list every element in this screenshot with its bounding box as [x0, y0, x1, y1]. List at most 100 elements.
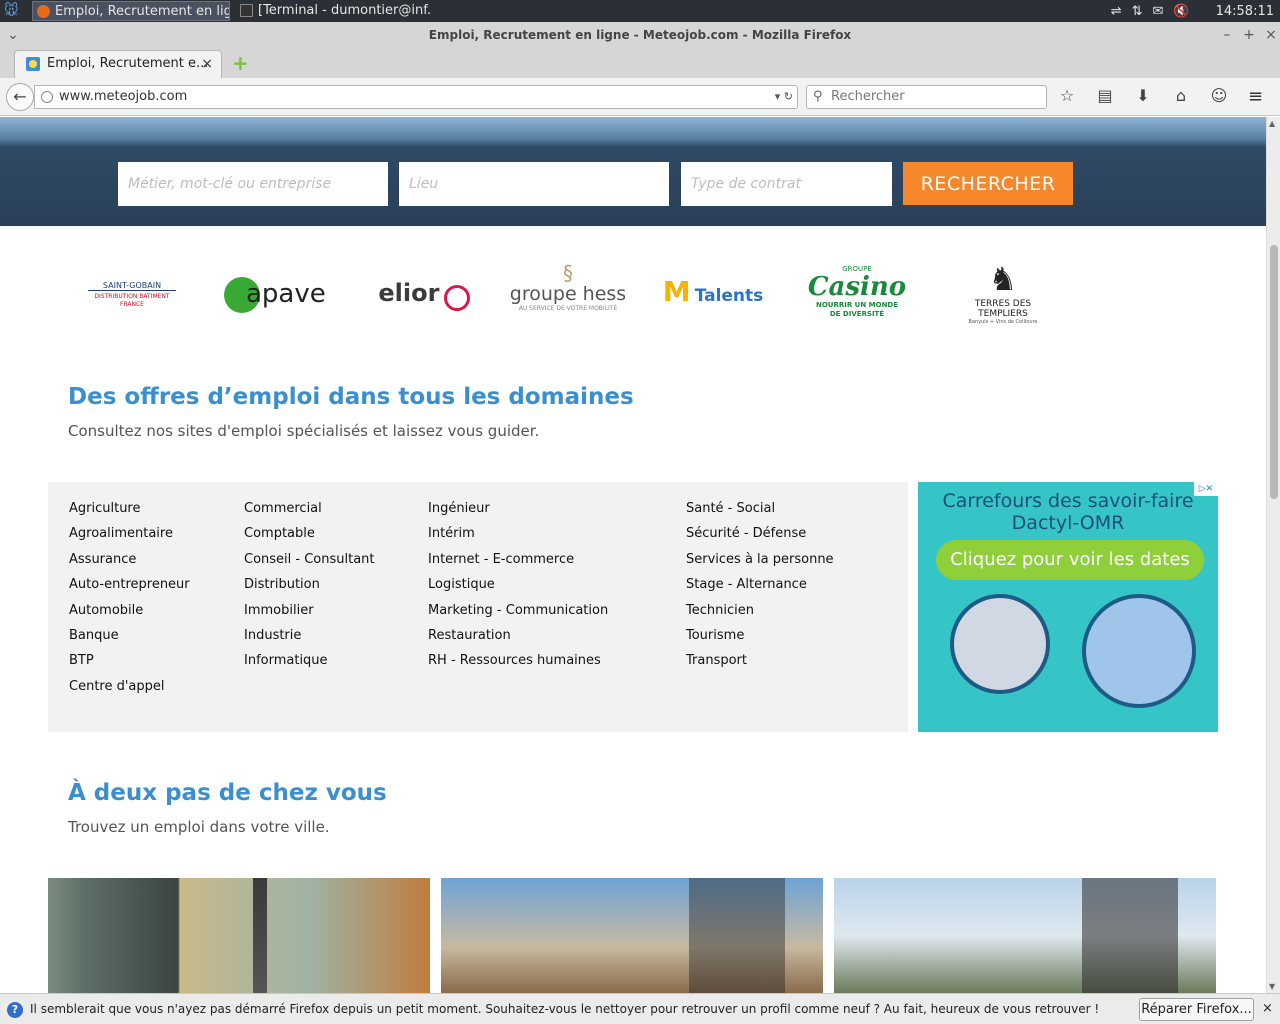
category-link[interactable]: Comptable	[244, 526, 375, 551]
logo-terres-des-templiers[interactable]: ♞ TERRES DES TEMPLIERS Banyuls + Vins de…	[950, 259, 1056, 325]
tab-close-icon[interactable]: ×	[201, 51, 213, 77]
search-icon: ⚲	[813, 89, 823, 104]
ad-photo-circle-boat	[950, 594, 1050, 694]
chat-icon[interactable]: ☺	[1208, 86, 1230, 105]
downloads-icon[interactable]: ⬇	[1132, 86, 1154, 105]
category-link[interactable]: Distribution	[244, 577, 375, 602]
category-link[interactable]: Immobilier	[244, 603, 375, 628]
mail-icon[interactable]: ✉	[1153, 4, 1164, 19]
category-link[interactable]: Technicien	[686, 603, 834, 628]
search-bar[interactable]: ⚲ Rechercher	[806, 85, 1047, 109]
logo-elior[interactable]: elior	[370, 279, 478, 311]
logo-sub: Banyuls + Vins de Collioure	[968, 319, 1038, 325]
category-link[interactable]: Automobile	[69, 603, 190, 628]
job-keyword-input[interactable]	[118, 162, 388, 206]
new-tab-icon[interactable]: +	[232, 53, 250, 73]
category-link[interactable]: Agroalimentaire	[69, 526, 190, 551]
firefox-icon	[37, 5, 50, 18]
category-link[interactable]: Intérim	[428, 526, 608, 551]
logo-name: TERRES DES TEMPLIERS	[974, 299, 1032, 319]
url-dropdown-reload-icons[interactable]: ▾ ↻	[775, 86, 793, 108]
search-button[interactable]: RECHERCHER	[903, 162, 1073, 205]
category-link[interactable]: Marketing - Communication	[428, 603, 608, 628]
category-link[interactable]: Transport	[686, 653, 834, 678]
logo-name: Casino	[807, 272, 907, 302]
category-link[interactable]: Ingénieur	[428, 501, 608, 526]
page-viewport: RECHERCHER SAINT-GOBAIN DISTRIBUTION BAT…	[0, 117, 1266, 993]
system-tray: ⇌ ⇅ ✉ 🔇 14:58:11	[1111, 0, 1280, 22]
category-link[interactable]: Informatique	[244, 653, 375, 678]
logo-talents[interactable]: M Talents	[652, 275, 774, 308]
category-link[interactable]: Banque	[69, 628, 190, 653]
minimize-button[interactable]: –	[1216, 22, 1238, 48]
category-link[interactable]: Industrie	[244, 628, 375, 653]
logo-groupe-hess[interactable]: § groupe hess AU SERVICE DE VOTRE MOBILI…	[508, 263, 628, 312]
category-link[interactable]: Services à la personne	[686, 552, 834, 577]
repair-firefox-button[interactable]: Réparer Firefox...	[1139, 998, 1254, 1021]
search-placeholder: Rechercher	[831, 89, 905, 104]
category-link[interactable]: Logistique	[428, 577, 608, 602]
category-link[interactable]: Sécurité - Défense	[686, 526, 834, 551]
category-link[interactable]: Centre d'appel	[69, 679, 190, 704]
scrollbar-thumb[interactable]	[1270, 245, 1278, 499]
volume-muted-icon[interactable]: 🔇	[1173, 4, 1189, 19]
category-link[interactable]: Santé - Social	[686, 501, 834, 526]
category-column-1: Agriculture Agroalimentaire Assurance Auto-…	[69, 501, 190, 704]
logo-apave[interactable]: apave	[222, 277, 334, 317]
category-link[interactable]: Auto-entrepreneur	[69, 577, 190, 602]
meteojob-favicon	[26, 57, 40, 71]
bookmark-star-icon[interactable]: ☆	[1056, 86, 1078, 105]
category-link[interactable]: Restauration	[428, 628, 608, 653]
logo-saint-gobain[interactable]: SAINT-GOBAIN DISTRIBUTION BATIMENT FRANC…	[88, 277, 176, 309]
category-link[interactable]: Internet - E-commerce	[428, 552, 608, 577]
category-link[interactable]: Tourisme	[686, 628, 834, 653]
window-title: Emploi, Recrutement en ligne - Meteojob.…	[428, 28, 852, 42]
window-menu-icon[interactable]: ⌄	[2, 22, 24, 48]
notification-message: Il semblerait que vous n'ayez pas démarr…	[30, 1002, 1100, 1016]
scroll-down-icon[interactable]: ▼	[1269, 982, 1275, 991]
advertisement-banner[interactable]: ▷✕ Carrefours des savoir-faire Dactyl-OM…	[918, 482, 1218, 732]
navigation-toolbar: ← www.meteojob.com ▾ ↻ ⚲ Rechercher ☆ ▤ …	[0, 78, 1280, 116]
city-photo-3[interactable]	[834, 878, 1216, 993]
back-button[interactable]: ←	[6, 83, 34, 111]
tab-meteojob[interactable]: Emploi, Recrutement e... ×	[14, 50, 222, 78]
maximize-button[interactable]: +	[1238, 22, 1260, 48]
location-input[interactable]	[399, 162, 669, 206]
notification-close-icon[interactable]: ×	[1262, 994, 1273, 1024]
taskbar-task-firefox[interactable]: Emploi, Recrutement en lig...	[32, 1, 230, 21]
page-scrollbar[interactable]: ▲ ▼	[1266, 117, 1280, 993]
category-column-2: Commercial Comptable Conseil - Consultant D…	[244, 501, 375, 679]
city-photo-paris[interactable]	[48, 878, 430, 993]
url-bar[interactable]: www.meteojob.com ▾ ↻	[34, 85, 798, 109]
url-text: www.meteojob.com	[59, 89, 188, 104]
ad-headline: Carrefours des savoir-faire Dactyl-OMR	[918, 490, 1218, 534]
category-link[interactable]: Commercial	[244, 501, 375, 526]
tab-label: Emploi, Recrutement e...	[47, 56, 209, 71]
clock[interactable]: 14:58:11	[1216, 4, 1274, 19]
scroll-up-icon[interactable]: ▲	[1269, 119, 1275, 128]
section-title-domains: Des offres d’emploi dans tous les domain…	[68, 384, 634, 410]
xfce-menu-icon[interactable]: 🐭	[4, 3, 20, 19]
ad-headline-line2: Dactyl-OMR	[1011, 512, 1125, 534]
home-icon[interactable]: ⌂	[1170, 86, 1192, 105]
category-link[interactable]: Agriculture	[69, 501, 190, 526]
city-photo-2[interactable]	[441, 878, 823, 993]
category-link[interactable]: Conseil - Consultant	[244, 552, 375, 577]
templar-knight-icon: ♞	[988, 260, 1018, 298]
category-link[interactable]: BTP	[69, 653, 190, 678]
terminal-icon	[240, 4, 253, 17]
contract-type-select[interactable]	[681, 162, 892, 206]
category-link[interactable]: Assurance	[69, 552, 190, 577]
close-window-button[interactable]: ×	[1260, 22, 1280, 48]
network-icon[interactable]: ⇌	[1111, 4, 1122, 19]
hamburger-menu-icon[interactable]: ≡	[1248, 86, 1263, 107]
category-link[interactable]: Stage - Alternance	[686, 577, 834, 602]
ad-cta-button[interactable]: Cliquez pour voir les dates	[936, 540, 1204, 580]
taskbar-task-terminal[interactable]: [Terminal - dumontier@inf...	[236, 1, 432, 21]
window-titlebar: ⌄ Emploi, Recrutement en ligne - Meteojo…	[0, 22, 1280, 48]
logo-casino[interactable]: GROUPE Casino NOURRIR UN MONDE DE DIVERS…	[800, 265, 914, 319]
transfer-icon[interactable]: ⇅	[1132, 4, 1143, 19]
reading-list-icon[interactable]: ▤	[1094, 86, 1116, 105]
category-link[interactable]: RH - Ressources humaines	[428, 653, 608, 678]
taskbar-task-label: [Terminal - dumontier@inf...	[258, 3, 432, 18]
